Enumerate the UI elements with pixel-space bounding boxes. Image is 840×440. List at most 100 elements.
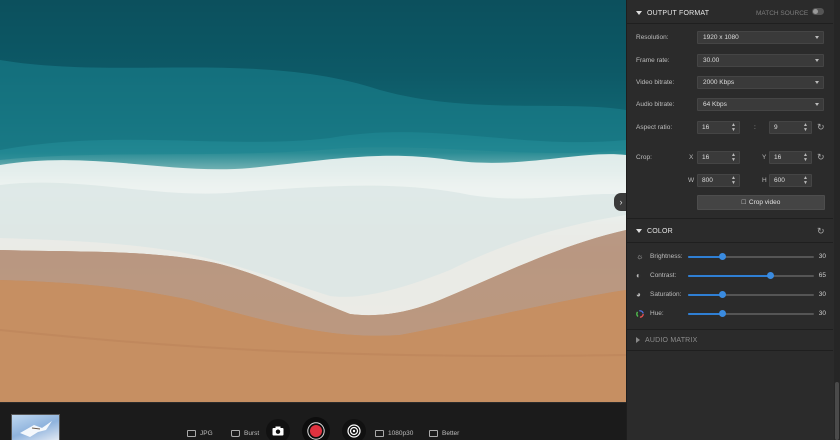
image-format-label: JPG <box>200 429 213 437</box>
crop-icon: □ <box>741 199 746 206</box>
output-format-title: OUTPUT FORMAT <box>647 9 710 17</box>
crop-label: Crop: <box>636 154 652 161</box>
video-bitrate-value: 2000 Kbps <box>703 79 735 86</box>
section-divider <box>627 350 833 351</box>
aspect-height-stepper[interactable]: 9 ▲ ▼ <box>769 121 812 134</box>
sun-icon: ☼ <box>636 252 644 261</box>
match-source-label: MATCH SOURCE <box>756 10 809 17</box>
expand-panel-button[interactable]: › <box>614 193 626 211</box>
chevron-down-icon <box>815 36 819 39</box>
match-source-toggle[interactable] <box>812 8 824 15</box>
hue-fill <box>688 313 723 315</box>
crop-y-label: Y <box>762 154 767 161</box>
expand-triangle-icon <box>636 337 640 343</box>
aspect-width-stepper[interactable]: 16 ▲ ▼ <box>697 121 740 134</box>
crop-w-label: W <box>688 177 695 184</box>
frame-rate-value: 30.00 <box>703 57 720 64</box>
audio-bitrate-dropdown[interactable]: 64 Kbps <box>697 98 824 111</box>
stream-button[interactable] <box>342 419 366 440</box>
crop-x-stepper[interactable]: 16 ▲ ▼ <box>697 151 740 164</box>
resolution-row-label: Resolution: <box>636 34 669 41</box>
crop-w-stepper[interactable]: 800 ▲ ▼ <box>697 174 740 187</box>
crop-h-value: 600 <box>774 177 785 184</box>
stepper-arrows-icon[interactable]: ▲ ▼ <box>803 176 808 186</box>
contrast-label: Contrast: <box>650 272 677 279</box>
audio-bitrate-label: Audio bitrate: <box>636 101 675 108</box>
scrollbar-thumb[interactable] <box>835 382 839 440</box>
burst-selector[interactable]: Burst <box>231 426 259 440</box>
video-bitrate-label: Video bitrate: <box>636 79 675 86</box>
brightness-fill <box>688 256 723 258</box>
resolution-label: 1080p30 <box>388 429 414 437</box>
collapse-triangle-icon <box>636 11 642 15</box>
section-divider <box>627 242 833 243</box>
quality-icon <box>429 429 438 437</box>
section-divider <box>627 218 833 219</box>
crop-h-stepper[interactable]: 600 ▲ ▼ <box>769 174 812 187</box>
settings-panel: OUTPUT FORMAT MATCH SOURCE Resolution: 1… <box>626 0 840 440</box>
saturation-fill <box>688 294 723 296</box>
color-header[interactable]: COLOR <box>627 221 833 241</box>
record-button[interactable] <box>302 417 330 440</box>
hue-slider-row: Hue: 30 <box>636 308 826 320</box>
contrast-value: 65 <box>818 272 826 279</box>
hue-slider[interactable] <box>688 310 814 317</box>
beach-aerial-image <box>0 0 626 402</box>
audio-bitrate-value: 64 Kbps <box>703 101 727 108</box>
reset-aspect-icon[interactable]: ↻ <box>817 123 826 132</box>
contrast-slider-row: ◐ Contrast: 65 <box>636 270 826 282</box>
chevron-down-icon <box>815 59 819 62</box>
contrast-icon: ◐ <box>636 271 641 280</box>
stepper-arrows-icon[interactable]: ▲ ▼ <box>731 153 736 163</box>
crop-h-label: H <box>762 177 767 184</box>
saturation-slider[interactable] <box>688 291 814 298</box>
contrast-knob[interactable] <box>766 272 774 279</box>
collapse-triangle-icon <box>636 229 642 233</box>
resolution-value: 1920 x 1080 <box>703 34 739 41</box>
brightness-slider[interactable] <box>688 253 814 260</box>
frame-rate-dropdown[interactable]: 30.00 <box>697 54 824 67</box>
panel-scrollbar[interactable] <box>834 0 840 440</box>
chevron-down-icon <box>815 103 819 106</box>
hue-knob[interactable] <box>719 310 727 317</box>
saturation-knob[interactable] <box>719 291 727 298</box>
resolution-icon <box>375 429 384 437</box>
audio-matrix-title: AUDIO MATRIX <box>645 336 698 344</box>
brightness-knob[interactable] <box>719 253 727 260</box>
contrast-slider[interactable] <box>688 272 814 279</box>
section-divider <box>627 23 833 24</box>
snapshot-button[interactable] <box>266 419 290 440</box>
crop-video-button[interactable]: □ Crop video <box>697 195 825 210</box>
saturation-slider-row: ◕ Saturation: 30 <box>636 289 826 301</box>
video-preview[interactable]: › <box>0 0 626 402</box>
broadcast-icon <box>347 424 361 438</box>
quality-selector[interactable]: Better <box>429 426 459 440</box>
stepper-arrows-icon[interactable]: ▲ ▼ <box>803 153 808 163</box>
aspect-height-value: 9 <box>774 124 778 131</box>
brightness-value: 30 <box>818 253 826 260</box>
reset-color-icon[interactable]: ↻ <box>817 227 826 236</box>
crop-x-value: 16 <box>702 154 710 161</box>
chevron-right-icon: › <box>619 197 623 207</box>
crop-y-stepper[interactable]: 16 ▲ ▼ <box>769 151 812 164</box>
burst-label: Burst <box>244 429 260 437</box>
image-icon <box>187 429 196 437</box>
stepper-arrows-icon[interactable]: ▲ ▼ <box>731 123 736 133</box>
last-capture-thumbnail[interactable] <box>11 414 60 440</box>
reset-crop-icon[interactable]: ↻ <box>817 153 826 162</box>
video-bitrate-dropdown[interactable]: 2000 Kbps <box>697 76 824 89</box>
resolution-selector[interactable]: 1080p30 <box>375 426 413 440</box>
resolution-dropdown[interactable]: 1920 x 1080 <box>697 31 824 44</box>
stepper-arrows-icon[interactable]: ▲ ▼ <box>731 176 736 186</box>
hue-wheel-icon <box>636 310 644 318</box>
color-title: COLOR <box>647 227 673 235</box>
saturation-icon: ◕ <box>636 290 641 299</box>
stepper-arrows-icon[interactable]: ▲ ▼ <box>803 123 808 133</box>
image-format-selector[interactable]: JPG <box>187 426 213 440</box>
audio-matrix-header[interactable]: AUDIO MATRIX <box>627 330 833 350</box>
chevron-down-icon <box>815 81 819 84</box>
folder-icon <box>231 429 240 437</box>
crop-y-value: 16 <box>774 154 782 161</box>
saturation-value: 30 <box>818 291 826 298</box>
saturation-label: Saturation: <box>650 291 682 298</box>
